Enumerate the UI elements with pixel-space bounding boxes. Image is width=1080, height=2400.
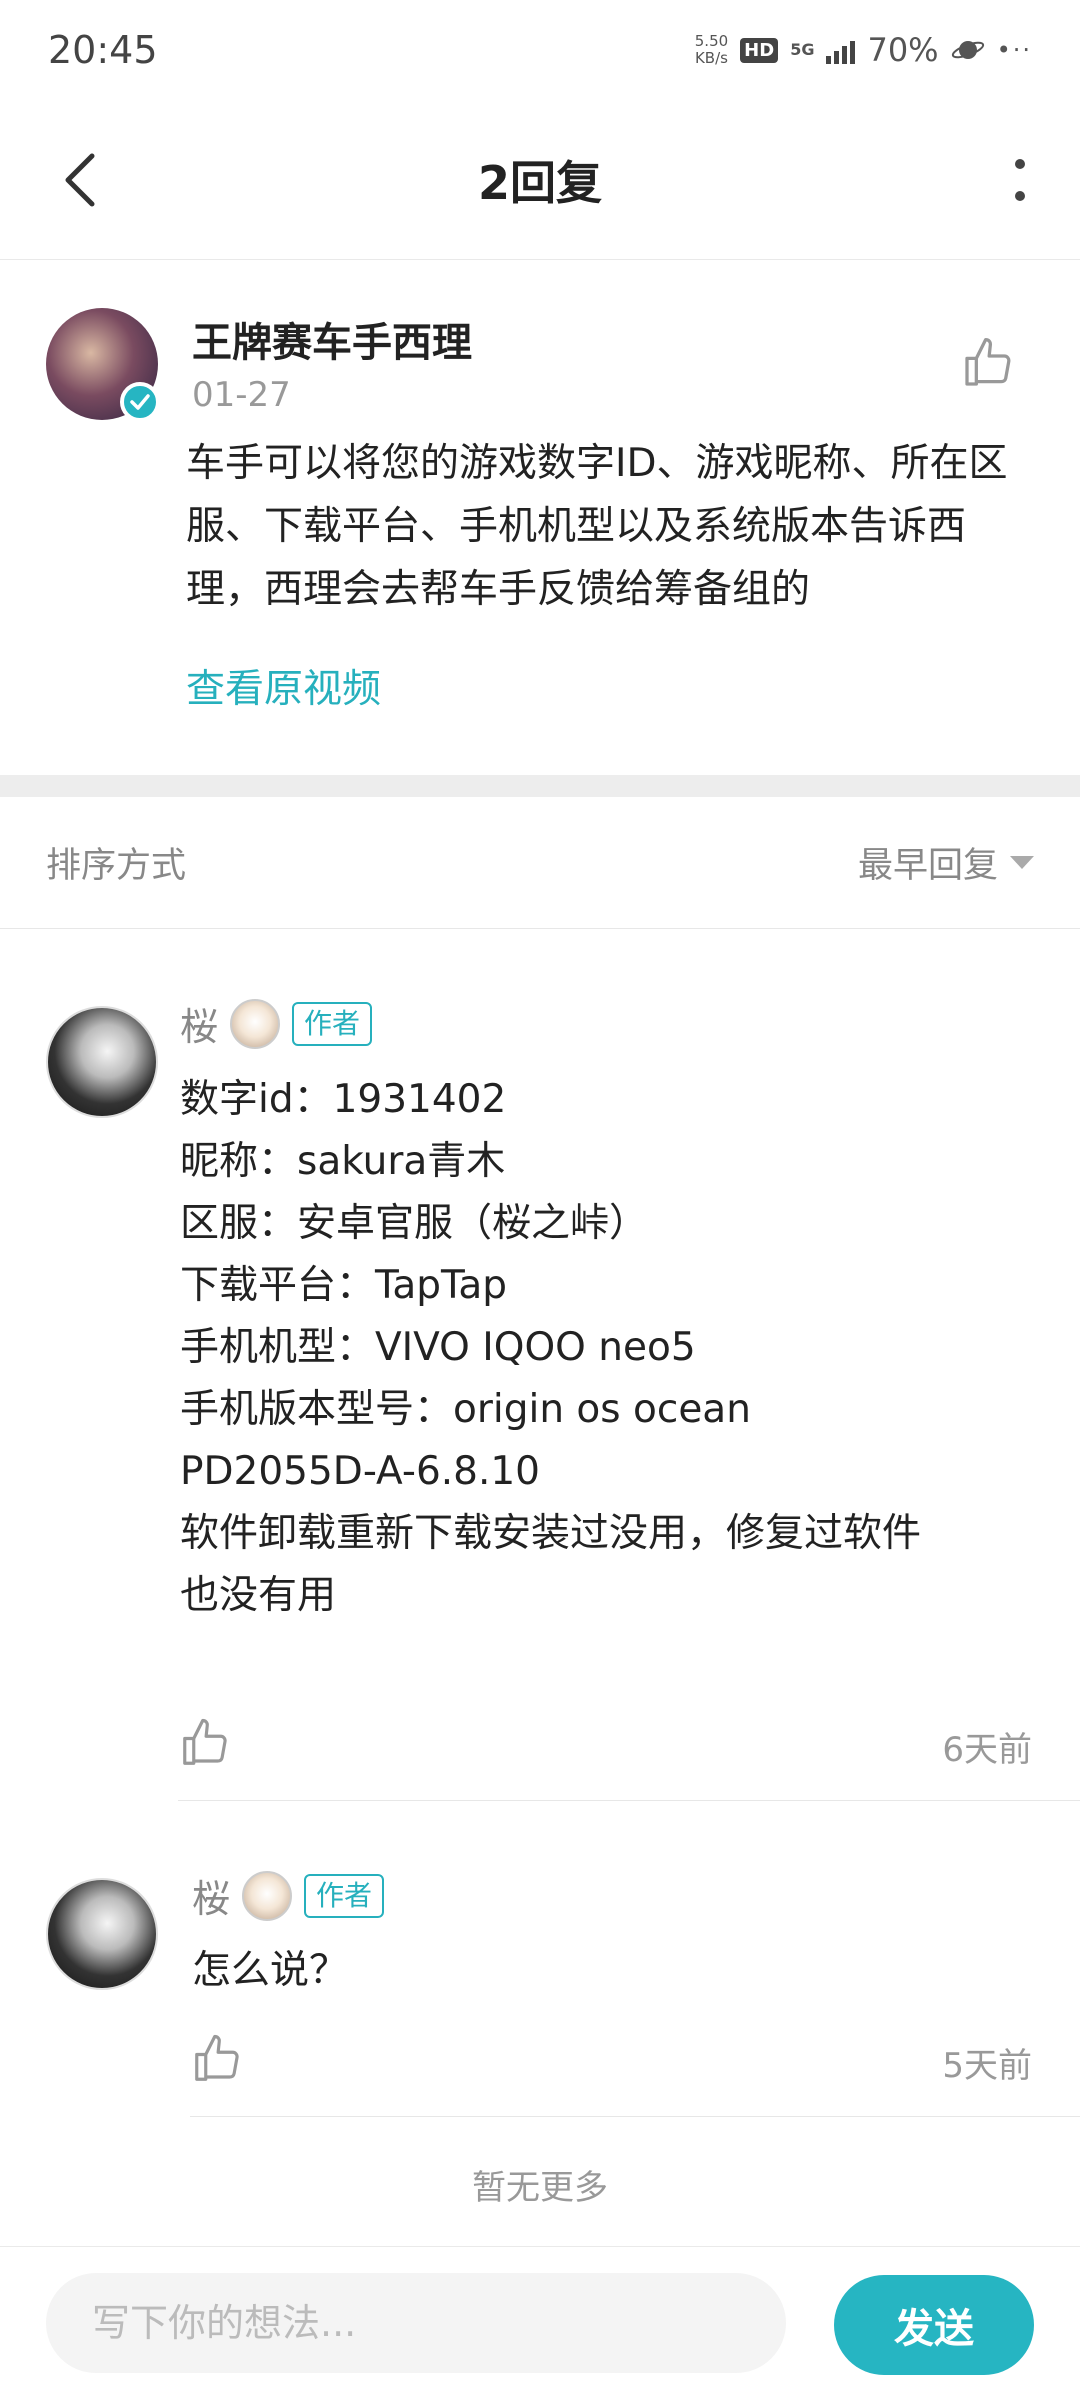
reply-author[interactable]: 桜 bbox=[180, 996, 218, 1051]
reply-line: 数字id：1931402 bbox=[180, 1077, 507, 1122]
divider bbox=[178, 1800, 1080, 1801]
chevron-left-icon bbox=[65, 153, 95, 207]
like-button[interactable] bbox=[178, 1716, 232, 1770]
reply-line: 手机版本型号：origin os ocean bbox=[180, 1387, 751, 1432]
reply-line: 昵称：sakura青木 bbox=[180, 1139, 506, 1184]
verified-badge-icon bbox=[120, 382, 160, 422]
status-bar: 20:45 5.50 KB/s HD 5G 70% •⋅⋅ bbox=[0, 0, 1080, 100]
section-divider bbox=[0, 775, 1080, 797]
reply-author[interactable]: 桜 bbox=[192, 1868, 230, 1923]
thumbs-up-icon bbox=[195, 2034, 239, 2081]
more-options-button[interactable] bbox=[980, 140, 1060, 220]
reply-time: 6天前 bbox=[942, 1730, 1032, 1770]
comment-input[interactable] bbox=[46, 2273, 786, 2373]
reply-line: 手机机型：VIVO IQOO neo5 bbox=[180, 1325, 696, 1370]
reply-author-row: 桜 作者 bbox=[192, 1868, 385, 1923]
like-button[interactable] bbox=[960, 335, 1020, 395]
no-more-text: 暂无更多 bbox=[472, 2168, 608, 2208]
comment-input-bar: 发送 bbox=[0, 2246, 1080, 2400]
reply-line: 下载平台：TapTap bbox=[180, 1263, 508, 1308]
net-speed: 5.50 KB/s bbox=[695, 33, 728, 67]
battery-level: 70% bbox=[867, 31, 939, 69]
thumbs-up-icon bbox=[965, 338, 1011, 386]
page-title: 2回复 bbox=[477, 155, 602, 210]
hd-icon: HD bbox=[740, 37, 779, 63]
reply-author-row: 桜 作者 bbox=[180, 996, 373, 1051]
send-button[interactable]: 发送 bbox=[834, 2275, 1034, 2375]
more-status-icon: •⋅⋅ bbox=[996, 36, 1032, 64]
reply-text: 数字id：1931402 昵称：sakura青木 区服：安卓官服（桜之峠） 下载… bbox=[180, 1069, 1040, 1627]
reply-time: 5天前 bbox=[942, 2046, 1032, 2086]
sort-dropdown[interactable]: 最早回复 bbox=[858, 837, 1034, 888]
divider bbox=[190, 2116, 1080, 2117]
caret-down-icon bbox=[1010, 856, 1034, 869]
sort-value: 最早回复 bbox=[857, 846, 998, 886]
author-badge: 作者 bbox=[304, 1873, 385, 1918]
top-app-bar: 2回复 bbox=[0, 100, 1080, 260]
user-pendant-icon bbox=[230, 998, 281, 1049]
avatar[interactable] bbox=[46, 1006, 158, 1118]
sort-bar: 排序方式 最早回复 bbox=[0, 797, 1080, 929]
reply-line: 软件卸载重新下载安装过没用，修复过软件 bbox=[180, 1511, 922, 1556]
reply-line: PD2055D-A-6.8.10 bbox=[180, 1449, 540, 1494]
reply-line: 怎么说？ bbox=[192, 1948, 349, 1993]
reply-line: 区服：安卓官服（桜之峠） bbox=[180, 1201, 649, 1246]
avatar[interactable] bbox=[46, 1878, 158, 1990]
comment-date: 01-27 bbox=[192, 375, 291, 415]
comment-text: 车手可以将您的游戏数字ID、游戏昵称、所在区服、下载平台、手机机型以及系统版本告… bbox=[186, 441, 1008, 612]
thumbs-up-icon bbox=[183, 1718, 227, 1765]
net-speed-unit: KB/s bbox=[694, 49, 728, 67]
author-badge: 作者 bbox=[292, 1001, 373, 1046]
like-button[interactable] bbox=[190, 2032, 244, 2086]
status-icons: 5.50 KB/s HD 5G 70% •⋅⋅ bbox=[695, 31, 1032, 69]
back-button[interactable] bbox=[40, 140, 120, 220]
network-type: 5G bbox=[790, 40, 815, 59]
more-vertical-icon bbox=[1015, 159, 1025, 201]
sort-label: 排序方式 bbox=[46, 846, 187, 886]
status-time: 20:45 bbox=[48, 28, 158, 72]
reply-line: 也没有用 bbox=[180, 1573, 337, 1618]
view-original-video-link[interactable]: 查看原视频 bbox=[186, 658, 381, 714]
planet-icon bbox=[951, 41, 984, 59]
main-comment: 王牌赛车手西理 01-27 车手可以将您的游戏数字ID、游戏昵称、所在区服、下载… bbox=[0, 260, 1080, 775]
user-pendant-icon bbox=[242, 1870, 293, 1921]
reply-text: 怎么说？ bbox=[192, 1940, 1032, 2002]
net-speed-value: 5.50 bbox=[694, 32, 729, 50]
signal-icon bbox=[826, 36, 856, 64]
comment-author[interactable]: 王牌赛车手西理 bbox=[192, 310, 472, 368]
